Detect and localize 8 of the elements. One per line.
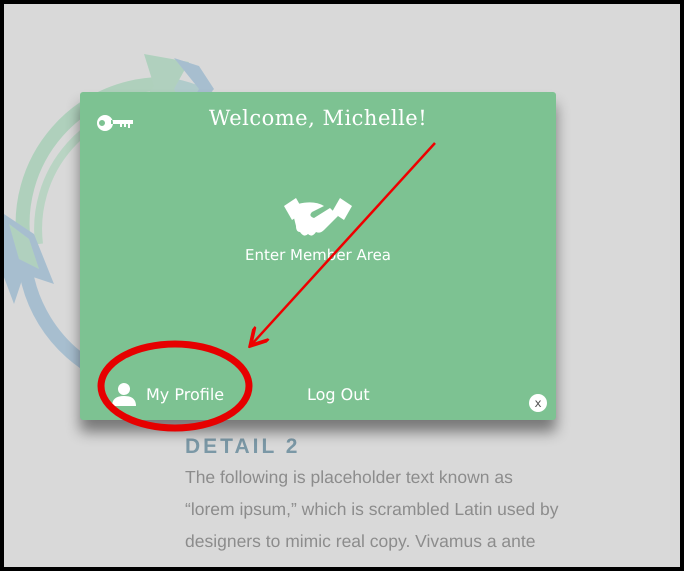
close-button[interactable]: x	[529, 394, 547, 412]
profile-link[interactable]: My Profile	[112, 382, 307, 406]
logout-link[interactable]: Log Out	[307, 384, 370, 404]
section-heading: DETAIL 2	[185, 435, 302, 459]
person-icon	[112, 382, 136, 406]
key-icon	[97, 115, 133, 131]
body-paragraph: The following is placeholder text known as “lorem ipsum,” which is scrambled Latin used by designers to mimic real copy. Vivamus a ante	[185, 466, 558, 553]
welcome-title: Welcome, Michelle!	[208, 106, 428, 130]
